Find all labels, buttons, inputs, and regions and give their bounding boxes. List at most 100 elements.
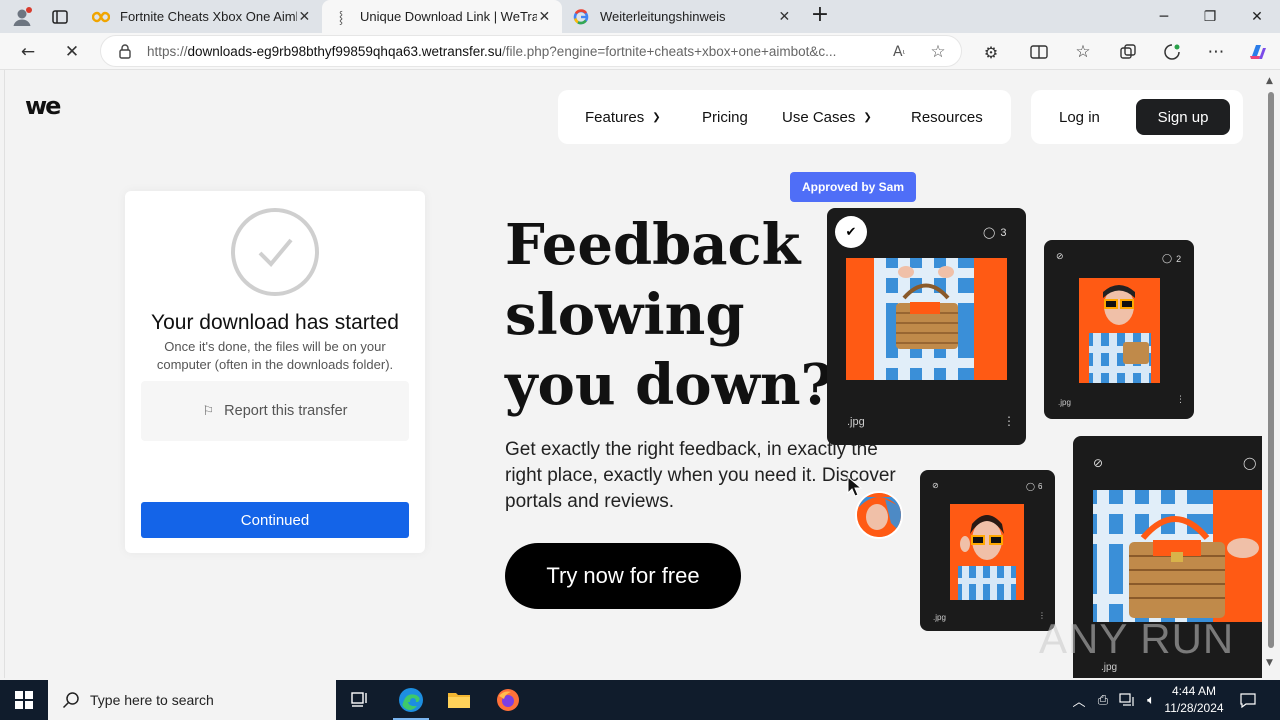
nav-resources[interactable]: Resources bbox=[911, 90, 983, 144]
extensions-icon[interactable]: ⚙ bbox=[976, 37, 1006, 67]
preview-tile: ⊘ ◯ 2 .jpg ⋮ bbox=[1044, 240, 1194, 419]
stop-loading-icon[interactable]: ✕ bbox=[57, 37, 87, 67]
scroll-thumb[interactable] bbox=[1268, 92, 1274, 648]
comment-icon: ◯ bbox=[983, 227, 996, 239]
chevron-down-icon: ❯ bbox=[652, 111, 661, 123]
firefox-icon[interactable] bbox=[484, 680, 532, 720]
page-scrollbar[interactable]: ▲ ▼ bbox=[1262, 70, 1280, 678]
split-screen-icon[interactable] bbox=[1024, 37, 1054, 67]
google-icon bbox=[572, 8, 590, 26]
collections-icon[interactable] bbox=[1113, 37, 1143, 67]
loading-icon: ⸾ bbox=[338, 10, 344, 24]
clock-time: 4:44 AM bbox=[1171, 684, 1217, 698]
comment-count: ◯ 3 bbox=[983, 226, 1007, 240]
search-icon bbox=[62, 692, 79, 709]
browser-essentials-icon[interactable] bbox=[1157, 37, 1187, 67]
close-icon[interactable]: ✕ bbox=[777, 9, 792, 25]
profile-icon[interactable] bbox=[10, 5, 34, 29]
nav-label: Use Cases bbox=[782, 108, 856, 126]
comment-count: ◯ 6 bbox=[1026, 482, 1042, 491]
handbag-photo bbox=[846, 258, 1007, 380]
handbag-closeup-photo bbox=[1093, 490, 1262, 622]
try-free-button[interactable]: Try now for free bbox=[505, 543, 741, 609]
report-transfer-button[interactable]: ⚐ Report this transfer bbox=[141, 381, 409, 441]
file-extension: .jpg bbox=[933, 613, 946, 622]
tab-title: Unique Download Link | WeTrans bbox=[360, 9, 537, 24]
login-link[interactable]: Log in bbox=[1059, 90, 1100, 144]
nav-use-cases[interactable]: Use Cases ❯ bbox=[782, 90, 872, 144]
tab-title: Fortnite Cheats Xbox One Aimbo bbox=[120, 9, 297, 24]
continued-button[interactable]: Continued bbox=[141, 502, 409, 538]
page-viewport: we Features ❯ Pricing Use Cases ❯ Resour… bbox=[4, 70, 1262, 678]
mouse-cursor-icon bbox=[847, 475, 863, 502]
nav-features[interactable]: Features ❯ bbox=[585, 90, 661, 144]
nav-label: Pricing bbox=[702, 108, 748, 126]
tray-network-icon[interactable] bbox=[1116, 680, 1138, 720]
comment-count: ◯ 2 bbox=[1162, 253, 1181, 264]
windows-start-icon[interactable] bbox=[0, 680, 48, 720]
check-icon: ⊘ bbox=[1056, 252, 1064, 262]
more-vertical-icon[interactable]: ⋮ bbox=[1176, 395, 1185, 405]
check-icon: ⊘ bbox=[932, 481, 939, 490]
tab-fortnite[interactable]: Fortnite Cheats Xbox One Aimbo ✕ bbox=[82, 0, 322, 33]
url-text[interactable]: https://downloads-eg9rb98bthyf99859qhqa6… bbox=[147, 44, 877, 59]
url-domain: downloads-eg9rb98bthyf99859qhqa63.wetran… bbox=[187, 43, 503, 59]
file-extension: .jpg bbox=[847, 416, 865, 428]
nav-label: Features bbox=[585, 108, 645, 126]
notifications-icon[interactable] bbox=[1236, 680, 1260, 720]
taskbar-search[interactable]: Type here to search bbox=[48, 680, 336, 720]
favorites-icon[interactable]: ☆ bbox=[1068, 37, 1098, 67]
comment-icon: ◯ bbox=[1243, 456, 1257, 470]
close-icon[interactable]: ✕ bbox=[297, 9, 312, 25]
more-menu-icon[interactable]: ⋯ bbox=[1201, 37, 1231, 67]
anyrun-watermark: ANY RUN bbox=[1039, 615, 1234, 663]
tab-title: Weiterleitungshinweis bbox=[600, 9, 726, 24]
file-extension: .jpg bbox=[1101, 662, 1118, 673]
file-explorer-icon[interactable] bbox=[435, 680, 483, 720]
nav-label: Resources bbox=[911, 108, 983, 126]
tab-wetransfer[interactable]: ⸾ Unique Download Link | WeTrans ✕ bbox=[322, 0, 562, 33]
taskbar-clock[interactable]: 4:44 AM 11/28/2024 bbox=[1156, 683, 1232, 717]
nav-pricing[interactable]: Pricing bbox=[702, 90, 748, 144]
comment-icon: ◯ bbox=[1026, 482, 1035, 491]
minimize-icon[interactable]: ─ bbox=[1141, 0, 1187, 33]
browser-toolbar: ← ✕ https://downloads-eg9rb98bthyf99859q… bbox=[0, 33, 1280, 70]
more-vertical-icon[interactable]: ⋮ bbox=[1003, 414, 1015, 428]
favorite-star-icon[interactable]: ☆ bbox=[928, 42, 948, 62]
scroll-down-icon[interactable]: ▼ bbox=[1266, 658, 1273, 668]
close-icon[interactable]: ✕ bbox=[537, 9, 552, 25]
file-extension: .jpg bbox=[1058, 398, 1071, 407]
report-label: Report this transfer bbox=[224, 403, 348, 419]
preview-tile: ✔ ◯ 3 .jpg ⋮ bbox=[827, 208, 1026, 445]
infinity-icon bbox=[92, 8, 110, 26]
comment-icon: ◯ bbox=[1162, 253, 1173, 263]
wetransfer-logo[interactable]: we bbox=[25, 92, 61, 120]
read-aloud-icon[interactable]: Aι bbox=[889, 42, 909, 62]
signup-button[interactable]: Sign up bbox=[1136, 99, 1230, 135]
windows-taskbar: Type here to search ︿ ⎙ 🔈︎ 4:44 AM 11/28… bbox=[0, 680, 1280, 720]
comment-number: 3 bbox=[1000, 226, 1007, 239]
comment-number: 6 bbox=[1037, 482, 1043, 491]
task-view-icon[interactable] bbox=[336, 680, 384, 720]
new-tab-button[interactable]: + bbox=[808, 4, 832, 28]
tab-redirect[interactable]: Weiterleitungshinweis ✕ bbox=[562, 0, 802, 33]
woman-photo bbox=[950, 504, 1024, 600]
copilot-icon[interactable] bbox=[1243, 37, 1273, 67]
main-nav: Features ❯ Pricing Use Cases ❯ Resources bbox=[558, 90, 1011, 144]
close-window-icon[interactable]: ✕ bbox=[1234, 0, 1280, 33]
check-icon: ⊘ bbox=[1093, 456, 1104, 470]
auth-box: Log in Sign up bbox=[1031, 90, 1243, 144]
url-path: /file.php?engine=fortnite+cheats+xbox+on… bbox=[502, 43, 837, 59]
tray-network-device-icon[interactable]: ⎙ bbox=[1092, 680, 1114, 720]
tray-chevron-icon[interactable]: ︿ bbox=[1068, 680, 1090, 720]
restore-icon[interactable]: ❐ bbox=[1187, 0, 1233, 33]
scroll-up-icon[interactable]: ▲ bbox=[1266, 76, 1273, 86]
edge-taskbar-icon[interactable] bbox=[387, 680, 435, 720]
lock-icon[interactable] bbox=[117, 43, 133, 59]
back-arrow-icon[interactable]: ← bbox=[13, 37, 43, 67]
tab-actions-icon[interactable] bbox=[50, 7, 70, 27]
download-subtitle: Once it's done, the files will be on you… bbox=[156, 339, 394, 372]
address-bar[interactable]: https://downloads-eg9rb98bthyf99859qhqa6… bbox=[100, 35, 962, 67]
clock-date: 11/28/2024 bbox=[1164, 701, 1224, 715]
url-scheme: https:// bbox=[147, 43, 188, 59]
